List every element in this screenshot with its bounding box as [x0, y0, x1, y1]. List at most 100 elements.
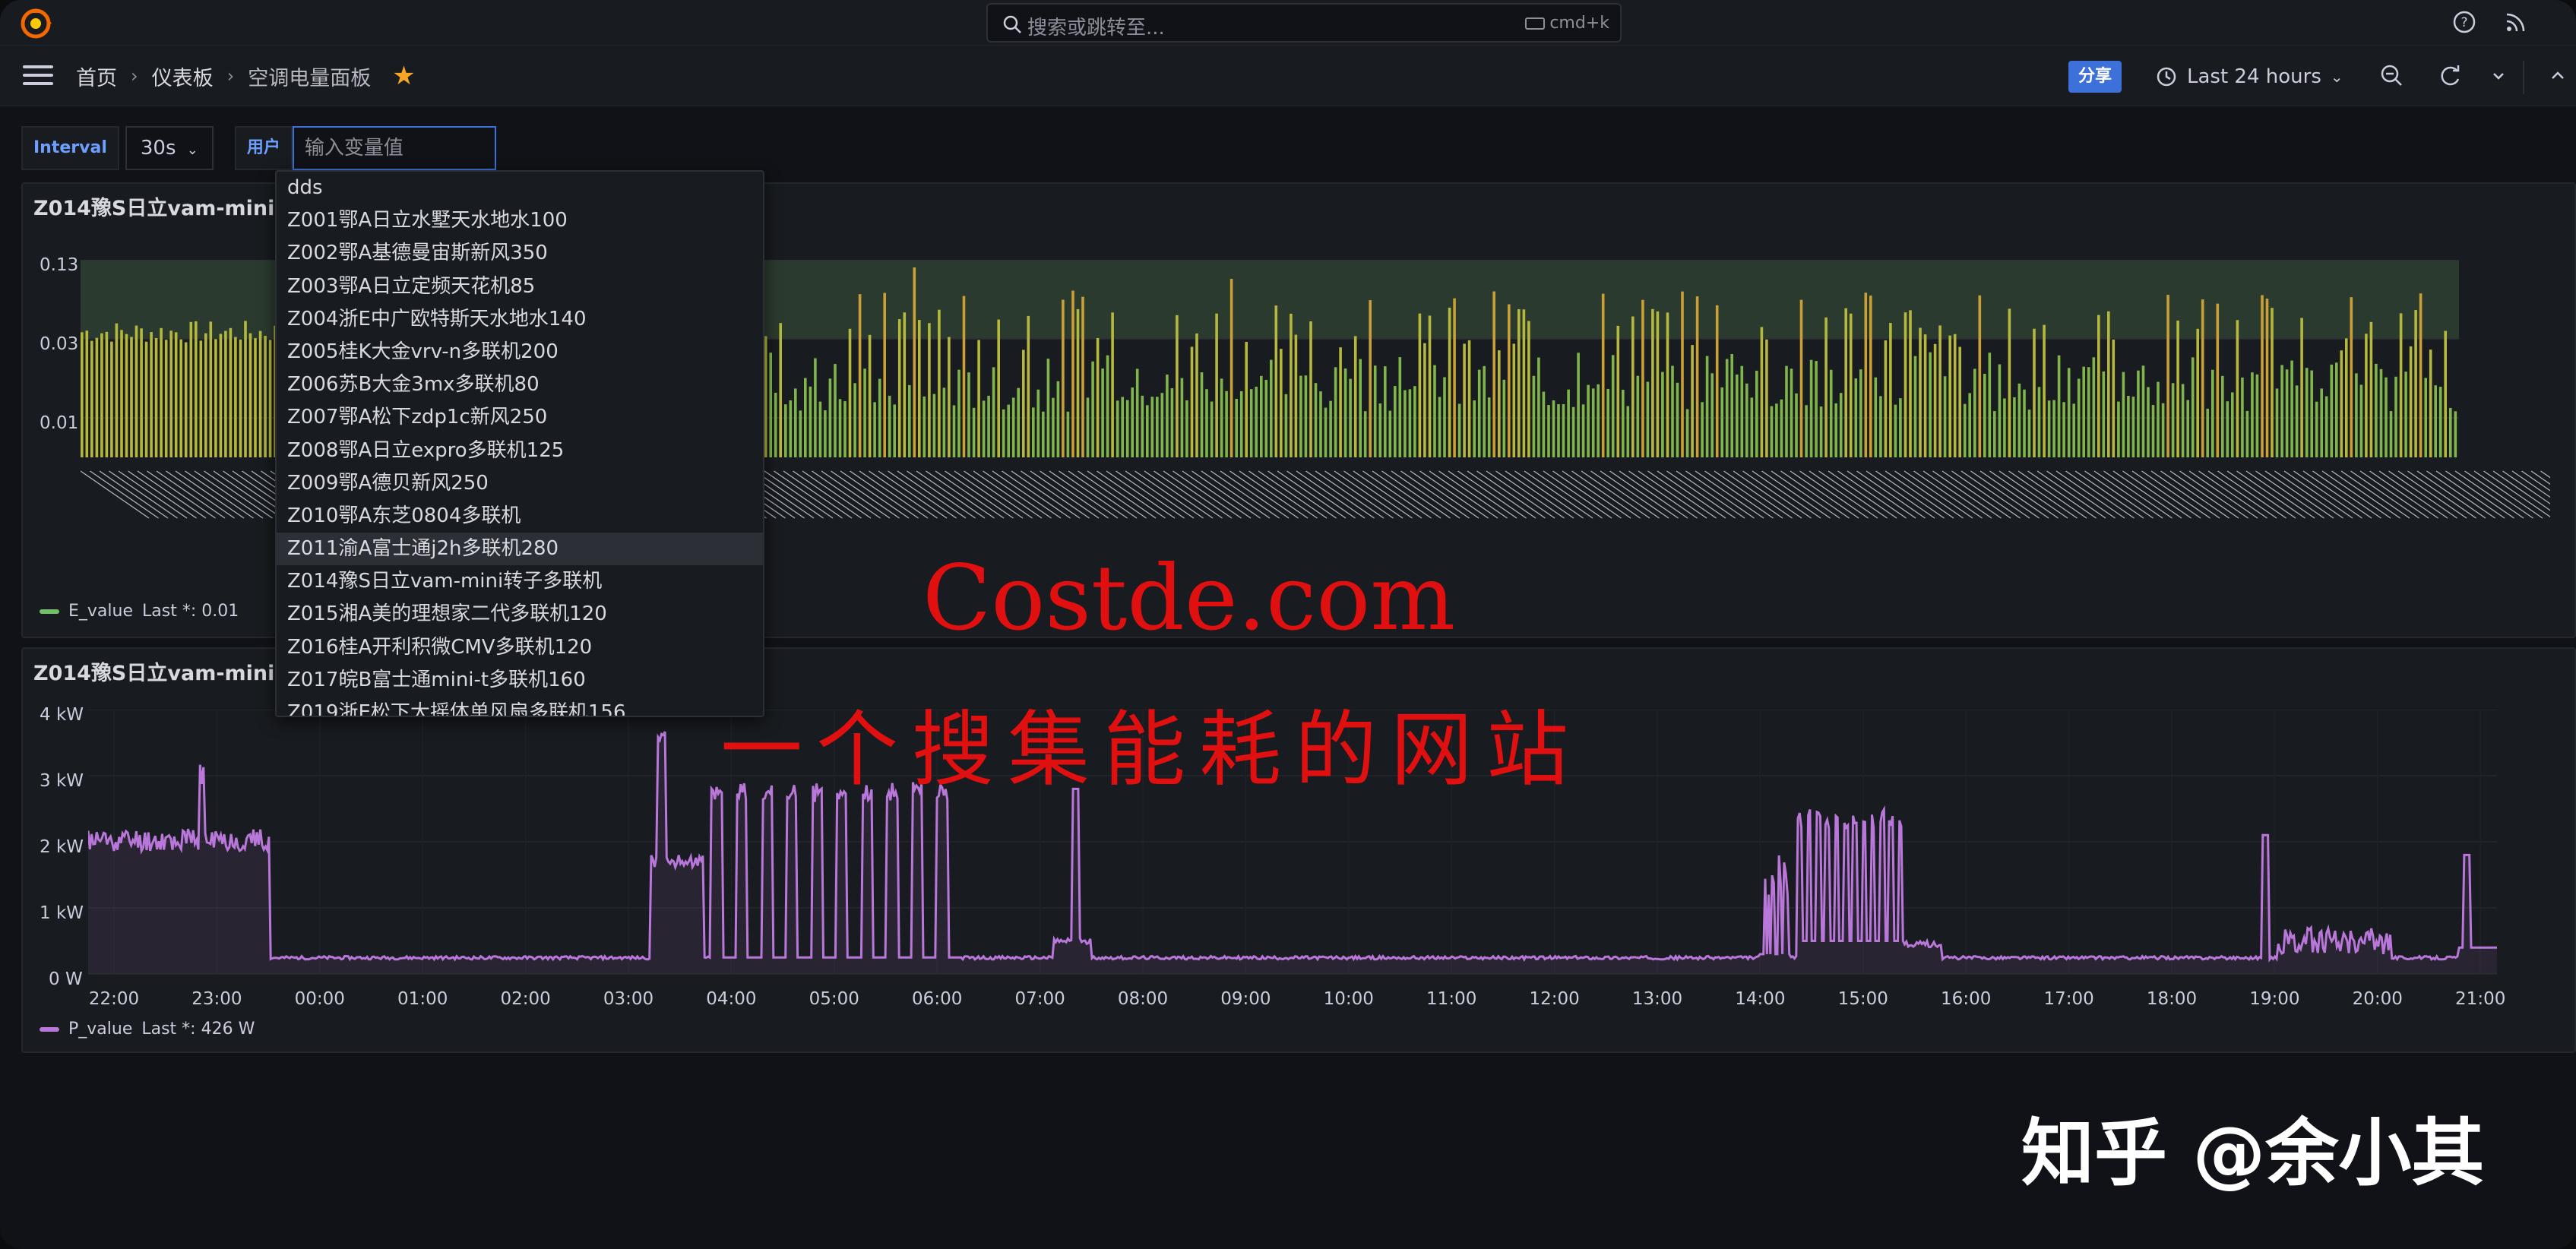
energy-bar	[893, 404, 896, 457]
energy-bar	[1329, 400, 1332, 457]
energy-bar	[1968, 393, 1971, 457]
energy-bar	[2275, 388, 2279, 457]
energy-bar	[1809, 359, 1813, 457]
energy-bar	[997, 319, 1000, 457]
help-icon[interactable]: ?	[2451, 9, 2477, 35]
energy-bar	[1552, 400, 1555, 457]
energy-bar	[1780, 399, 1783, 457]
energy-bar	[1096, 337, 1100, 457]
energy-bar	[1349, 378, 1352, 457]
dropdown-option[interactable]: Z009鄂A德贝新风250	[277, 467, 763, 500]
energy-bar	[1864, 292, 1868, 457]
dropdown-option[interactable]: Z010鄂A东芝0804多联机	[277, 500, 763, 533]
x-tick-label: 05:00	[809, 989, 859, 1009]
refresh-interval-chevron-icon[interactable]	[2485, 62, 2512, 90]
user-variable-input[interactable]: 输入变量值	[292, 126, 496, 170]
energy-bar	[1121, 397, 1124, 457]
energy-bar	[1577, 353, 1580, 457]
energy-bar	[1249, 389, 1253, 457]
energy-bar	[1611, 355, 1615, 457]
energy-bar	[1160, 393, 1164, 457]
energy-bar	[1076, 308, 1080, 457]
energy-bar	[1156, 397, 1159, 457]
energy-bar	[1894, 404, 1897, 457]
grafana-logo-icon[interactable]	[18, 6, 53, 41]
energy-bar	[1260, 375, 1263, 457]
energy-bar	[1988, 353, 1992, 457]
legend-series-name: P_value	[68, 1020, 133, 1039]
energy-bar	[1725, 359, 1729, 457]
interval-label: Interval	[21, 126, 119, 170]
energy-bar	[1626, 406, 1630, 457]
legend[interactable]: P_value Last *: 426 W	[40, 1020, 255, 1039]
energy-bar	[1532, 375, 1536, 457]
energy-bar	[1795, 393, 1798, 457]
breadcrumb-dashboards[interactable]: 仪表板	[152, 62, 214, 91]
energy-bar	[2271, 308, 2274, 457]
dropdown-option[interactable]: Z008鄂A日立expro多联机125	[277, 435, 763, 467]
dropdown-option[interactable]: Z017皖B富士通mini-t多联机160	[277, 664, 763, 697]
energy-bar	[809, 386, 812, 457]
legend[interactable]: E_value Last *: 0.01	[40, 602, 239, 621]
energy-bar	[2241, 377, 2244, 457]
user-variable-dropdown[interactable]: dds Z001鄂A日立水墅天水地水100 Z002鄂A基德曼宙斯新风350 Z003…	[275, 170, 764, 717]
dropdown-option[interactable]: Z005桂K大金vrv-n多联机200	[277, 336, 763, 368]
energy-bar	[1195, 333, 1198, 457]
energy-bar	[2375, 363, 2378, 457]
news-feed-icon[interactable]	[2503, 9, 2529, 35]
energy-bar	[2211, 369, 2214, 457]
dropdown-option[interactable]: Z014豫S日立vam-mini转子多联机	[277, 565, 763, 598]
dropdown-option[interactable]: Z019浙E松下大摇体单风扇多联机156	[277, 697, 763, 716]
search-bar[interactable]: 搜索或跳转至... cmd+k	[986, 3, 1622, 43]
y-tick-label: 0 W	[49, 969, 83, 989]
interval-select[interactable]: 30s ⌄	[125, 126, 214, 170]
energy-bar	[1740, 365, 1744, 457]
energy-bar	[1581, 404, 1585, 457]
energy-bar	[1676, 382, 1679, 457]
energy-bar	[1334, 367, 1337, 457]
refresh-icon[interactable]	[2436, 62, 2464, 90]
energy-bar	[928, 323, 931, 457]
dropdown-option[interactable]: Z001鄂A日立水墅天水地水100	[277, 204, 763, 237]
energy-bar	[1022, 349, 1025, 457]
star-icon[interactable]: ★	[392, 61, 415, 91]
share-button[interactable]: 分享	[2068, 61, 2122, 93]
time-range-picker[interactable]: Last 24 hours ⌄	[2155, 61, 2343, 93]
energy-bar	[764, 336, 767, 457]
menu-icon[interactable]	[23, 65, 53, 87]
x-tick-label: 23:00	[191, 989, 242, 1009]
chevron-up-icon[interactable]	[2544, 62, 2571, 90]
energy-bar	[2023, 389, 2026, 457]
energy-bar	[1953, 334, 1957, 457]
energy-bar	[2385, 377, 2388, 457]
energy-bar	[2052, 400, 2055, 457]
energy-bar	[120, 330, 123, 457]
energy-bar	[1290, 313, 1293, 457]
dropdown-option[interactable]: Z003鄂A日立定频天花机85	[277, 270, 763, 303]
energy-bar	[1631, 316, 1635, 457]
energy-bar	[2171, 383, 2175, 457]
energy-bar	[1052, 397, 1055, 457]
dropdown-option[interactable]: Z007鄂A松下zdp1c新风250	[277, 401, 763, 434]
dropdown-option[interactable]: dds	[277, 172, 763, 204]
dropdown-option[interactable]: Z004浙E中广欧特斯天水地水140	[277, 303, 763, 336]
dropdown-option[interactable]: Z006苏B大金3mx多联机80	[277, 368, 763, 401]
energy-bar	[814, 358, 817, 457]
legend-last-value: Last *: 426 W	[141, 1020, 255, 1039]
dropdown-option[interactable]: Z016桂A开利积微CMV多联机120	[277, 631, 763, 664]
legend-last-value: Last *: 0.01	[142, 602, 239, 621]
energy-bar	[1404, 390, 1407, 457]
dropdown-option[interactable]: Z002鄂A基德曼宙斯新风350	[277, 237, 763, 270]
energy-bar	[1958, 346, 1961, 457]
energy-bar	[1027, 315, 1030, 457]
energy-bar	[2454, 411, 2457, 457]
energy-bar	[1229, 279, 1233, 457]
dropdown-option[interactable]: Z015湘A美的理想家二代多联机120	[277, 598, 763, 631]
energy-bar	[2424, 378, 2427, 457]
breadcrumb-home[interactable]: 首页	[76, 62, 117, 91]
zoom-out-icon[interactable]	[2378, 62, 2406, 90]
dropdown-option[interactable]: Z011渝A富士通j2h多联机280	[277, 533, 763, 566]
energy-bar	[2285, 369, 2289, 457]
energy-bar	[1343, 368, 1347, 457]
top-bar: 搜索或跳转至... cmd+k ?	[0, 0, 2576, 46]
